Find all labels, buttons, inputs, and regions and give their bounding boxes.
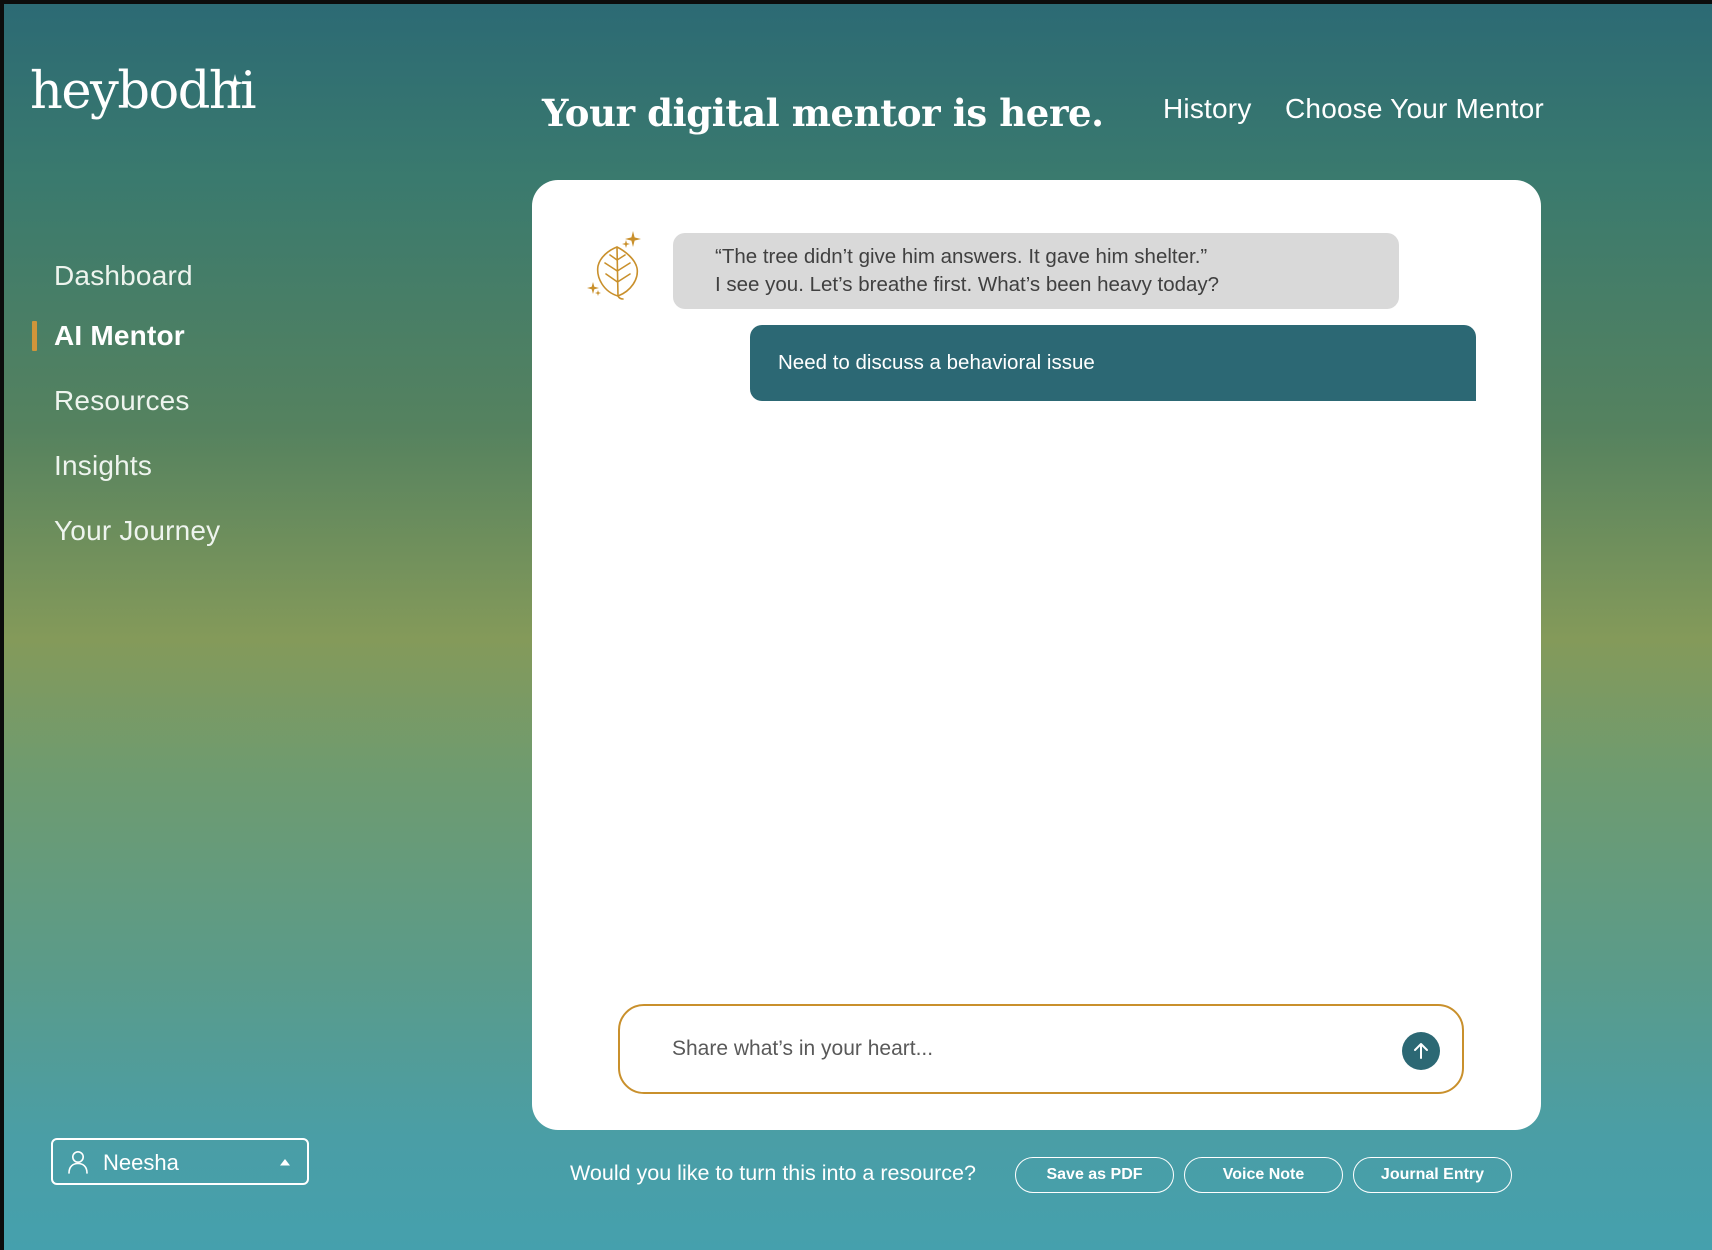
active-nav-indicator <box>32 321 37 351</box>
sidebar-item-dashboard[interactable]: Dashboard <box>54 259 193 293</box>
caret-up-icon <box>280 1159 290 1166</box>
message-input[interactable] <box>672 1006 1372 1092</box>
send-button[interactable] <box>1402 1032 1440 1070</box>
chat-panel: “The tree didn’t give him answers. It ga… <box>532 180 1541 1130</box>
voice-note-button[interactable]: Voice Note <box>1184 1157 1343 1193</box>
bodhi-leaf-icon <box>587 231 641 300</box>
choose-mentor-link[interactable]: Choose Your Mentor <box>1285 92 1544 126</box>
journal-entry-button[interactable]: Journal Entry <box>1353 1157 1512 1193</box>
arrow-up-icon <box>1414 1043 1428 1059</box>
sidebar-item-resources[interactable]: Resources <box>54 384 190 418</box>
mentor-message-line: “The tree didn’t give him answers. It ga… <box>715 245 1208 268</box>
save-as-pdf-button[interactable]: Save as PDF <box>1015 1157 1174 1193</box>
app-window: heybodhi Dashboard AI Mentor Resources I… <box>4 4 1712 1250</box>
message-composer <box>618 1004 1464 1094</box>
brand-logo[interactable]: heybodhi <box>30 66 256 117</box>
sidebar-item-ai-mentor[interactable]: AI Mentor <box>54 319 185 353</box>
sidebar-item-insights[interactable]: Insights <box>54 449 152 483</box>
user-menu[interactable]: Neesha <box>51 1138 309 1185</box>
user-name: Neesha <box>103 1150 179 1175</box>
brand-name-prefix: hey <box>30 62 119 121</box>
history-link[interactable]: History <box>1163 92 1252 126</box>
user-icon <box>68 1151 88 1174</box>
user-message: Need to discuss a behavioral issue <box>750 325 1476 401</box>
mentor-message: “The tree didn’t give him answers. It ga… <box>673 233 1399 309</box>
resource-prompt: Would you like to turn this into a resou… <box>570 1161 976 1185</box>
sidebar-item-your-journey[interactable]: Your Journey <box>54 514 220 548</box>
mentor-message-line: I see you. Let’s breathe first. What’s b… <box>715 273 1220 296</box>
page-title: Your digital mentor is here. <box>542 91 1104 135</box>
sparkle-icon <box>226 74 244 92</box>
